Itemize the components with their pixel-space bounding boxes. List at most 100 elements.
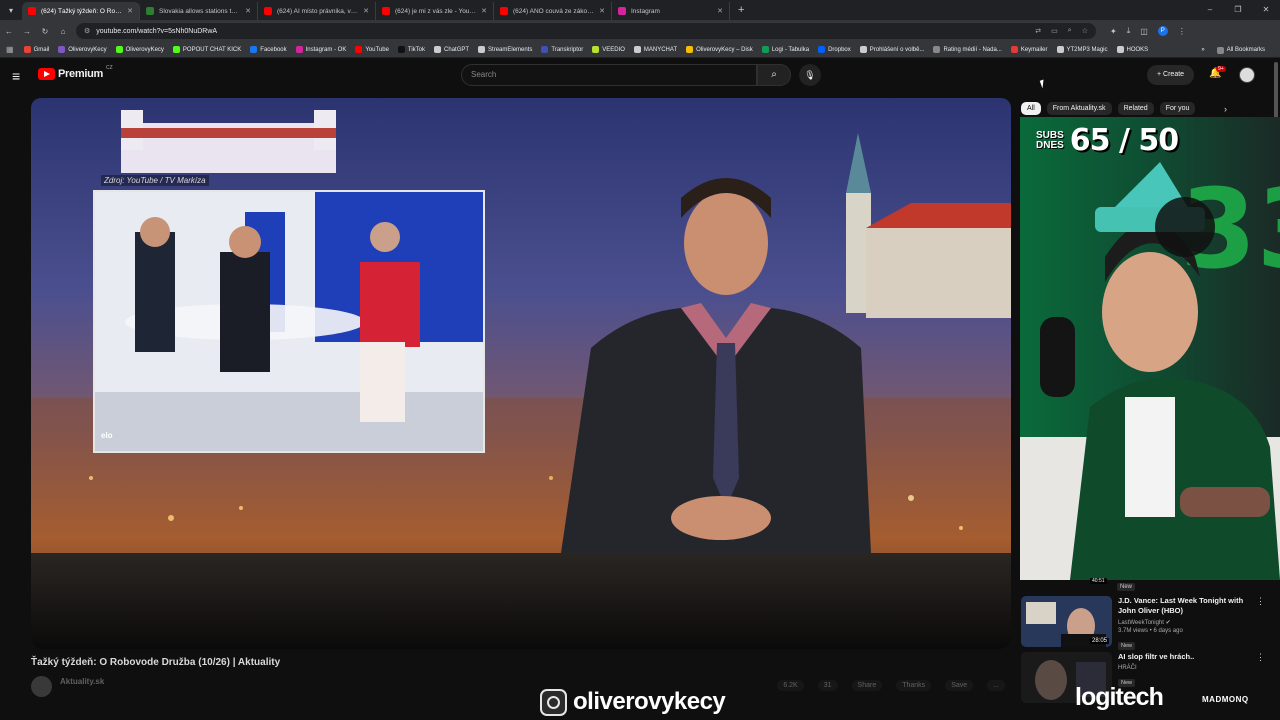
tab-favicon-icon <box>618 7 626 15</box>
channel-name[interactable]: Aktuality.sk <box>60 677 104 686</box>
filter-chip[interactable]: From Aktuality.sk <box>1046 102 1112 115</box>
browser-tab[interactable]: (624) je mi z vás zle - YouTube ✕ <box>376 2 494 20</box>
bookmark-item[interactable]: Logi - Tabulka <box>761 46 809 53</box>
browser-tab[interactable]: (624) ANO couvá ze zákona o ✕ <box>494 2 612 20</box>
forward-icon[interactable]: → <box>18 27 36 36</box>
madmonq-sponsor-logo: MADMONQ <box>1202 695 1249 704</box>
bookmark-item[interactable]: OliverovyKecy <box>115 46 164 53</box>
bookmark-favicon-icon <box>1010 46 1018 53</box>
video-action-button[interactable]: Save <box>945 680 974 691</box>
search-input[interactable]: Search <box>461 64 757 86</box>
video-action-button[interactable]: 6.2K <box>777 680 804 691</box>
url-text[interactable]: youtube.com/watch?v=5sNh0NuDRwA <box>96 28 1035 35</box>
bookmark-item[interactable]: OliverovyKecy – Disk <box>686 46 753 53</box>
site-info-icon[interactable]: ⚙ <box>84 27 90 35</box>
youtube-premium-logo[interactable]: Premium CZ <box>38 65 113 80</box>
video-action-button[interactable]: 31 <box>817 680 838 691</box>
bookmark-item[interactable]: MANYCHAT <box>633 46 677 53</box>
cast-icon[interactable]: ▭ <box>1051 27 1058 35</box>
video-title[interactable]: J.D. Vance: Last Week Tonight with John … <box>1118 596 1248 616</box>
new-tab-icon[interactable]: + <box>730 4 752 16</box>
reload-icon[interactable]: ↻ <box>36 27 54 36</box>
menu-icon[interactable]: ≡ <box>12 68 20 84</box>
more-actions-icon[interactable]: ⋮ <box>1256 596 1265 652</box>
bookmark-item[interactable]: HOOKS <box>1116 46 1148 53</box>
video-action-button[interactable]: Thanks <box>896 680 932 691</box>
channel-avatar[interactable] <box>31 676 52 697</box>
bookmark-item[interactable]: Prohlášení o volbě... <box>859 46 924 53</box>
channel-name[interactable]: LastWeekTonight ✔ <box>1118 619 1248 626</box>
video-action-button[interactable]: Share <box>851 680 883 691</box>
close-tab-icon[interactable]: ✕ <box>127 7 133 15</box>
voice-search-icon[interactable]: 🎙 <box>799 64 821 86</box>
all-bookmarks-button[interactable]: All Bookmarks <box>1216 46 1265 54</box>
browser-tab[interactable]: (624) Ťažký týždeň: O Robovode✕ <box>22 2 140 20</box>
bookmark-favicon-icon <box>58 46 66 53</box>
close-window-icon[interactable]: ✕ <box>1252 0 1280 20</box>
page-scrollbar[interactable] <box>1274 62 1278 122</box>
minimize-icon[interactable]: – <box>1196 0 1224 20</box>
chips-next-icon[interactable]: › <box>1224 104 1227 114</box>
search-button[interactable]: ⌕ <box>757 64 791 86</box>
bookmark-item[interactable]: Dropbox <box>818 46 851 53</box>
video-thumbnail[interactable]: 28:05 <box>1021 596 1112 647</box>
bookmark-item[interactable]: POPOUT CHAT KICK <box>172 46 241 53</box>
list-item[interactable]: 28:05 J.D. Vance: Last Week Tonight with… <box>1021 596 1271 652</box>
new-badge: New <box>1118 642 1136 650</box>
maximize-icon[interactable]: ❐ <box>1224 0 1252 20</box>
bookmark-item[interactable]: Facebook <box>250 46 287 53</box>
video-duration: 28:05 <box>1089 638 1109 644</box>
more-actions-icon[interactable]: ⋮ <box>1256 652 1265 703</box>
video-action-button[interactable]: ... <box>987 680 1005 691</box>
filter-chip[interactable]: All <box>1021 102 1041 115</box>
browser-tab[interactable]: (624) AI místo právnika, vyhoz ✕ <box>258 2 376 20</box>
download-icon[interactable]: ⤓ <box>1127 26 1131 36</box>
filter-chip[interactable]: For you <box>1159 102 1196 115</box>
tab-favicon-icon <box>382 7 390 15</box>
bookmark-item[interactable]: StreamElements <box>478 46 532 53</box>
tab-search-icon[interactable]: ▾ <box>0 0 22 20</box>
home-icon[interactable]: ⌂ <box>54 27 72 36</box>
bookmarks-overflow-icon[interactable]: » <box>1201 47 1204 53</box>
bookmark-item[interactable]: Instagram - OK <box>295 46 346 53</box>
bookmark-item[interactable]: Gmail <box>23 46 49 53</box>
bookmark-item[interactable]: YouTube <box>355 46 389 53</box>
bookmark-favicon-icon <box>478 46 486 53</box>
bookmark-item[interactable]: Rating médií - Nada... <box>933 46 1002 53</box>
inset-tv-clip: elo <box>93 190 485 453</box>
browser-tab[interactable]: Instagram ✕ <box>612 2 730 20</box>
filter-chip[interactable]: Related <box>1117 102 1154 115</box>
bookmark-item[interactable]: TikTok <box>397 46 425 53</box>
profile-avatar[interactable]: P <box>1157 26 1168 36</box>
video-player[interactable]: Zdroj: YouTube / TV Markíza elo <box>31 98 1011 649</box>
browser-tab[interactable]: Slovakia allows stations to set ✕ <box>140 2 258 20</box>
bookmark-item[interactable]: VEEDIO <box>592 46 625 53</box>
extensions-icon[interactable]: ✦ <box>1110 27 1117 36</box>
bookmark-favicon-icon <box>933 46 941 53</box>
translate-icon[interactable]: ⇄ <box>1035 27 1041 35</box>
bookmark-item[interactable]: YT2MP3 Magic <box>1056 46 1108 53</box>
address-bar[interactable]: ⚙ youtube.com/watch?v=5sNh0NuDRwA ⇄ ▭ ⌕ … <box>76 23 1096 39</box>
bookmark-item[interactable]: Keymailer <box>1010 46 1048 53</box>
split-icon[interactable]: ◫ <box>1140 27 1148 36</box>
zoom-icon[interactable]: ⌕ <box>1068 27 1072 35</box>
bookmark-item[interactable]: OliverovyKecy <box>58 46 107 53</box>
create-button[interactable]: + Create <box>1147 65 1195 85</box>
close-tab-icon[interactable]: ✕ <box>599 7 605 15</box>
close-tab-icon[interactable]: ✕ <box>481 7 487 15</box>
back-icon[interactable]: ← <box>0 27 18 36</box>
close-tab-icon[interactable]: ✕ <box>717 7 723 15</box>
tab-favicon-icon <box>28 7 36 15</box>
browser-menu-icon[interactable]: ⋮ <box>1178 27 1186 36</box>
bookmark-item[interactable]: ChatGPT <box>434 46 469 53</box>
close-tab-icon[interactable]: ✕ <box>245 7 251 15</box>
bookmark-item[interactable]: Transkriptor <box>541 46 583 53</box>
channel-name[interactable]: HRÁČI <box>1118 665 1248 671</box>
streamer-webcam-overlay: 33 SUBS DNES 65 / 50 <box>1020 117 1280 580</box>
apps-icon[interactable]: ▦ <box>6 45 14 54</box>
close-tab-icon[interactable]: ✕ <box>363 7 369 15</box>
bookmark-favicon-icon <box>686 46 694 53</box>
video-title[interactable]: AI slop filtr ve hrách.. <box>1118 652 1248 662</box>
account-avatar[interactable] <box>1239 67 1255 83</box>
bookmark-star-icon[interactable]: ☆ <box>1082 27 1088 35</box>
